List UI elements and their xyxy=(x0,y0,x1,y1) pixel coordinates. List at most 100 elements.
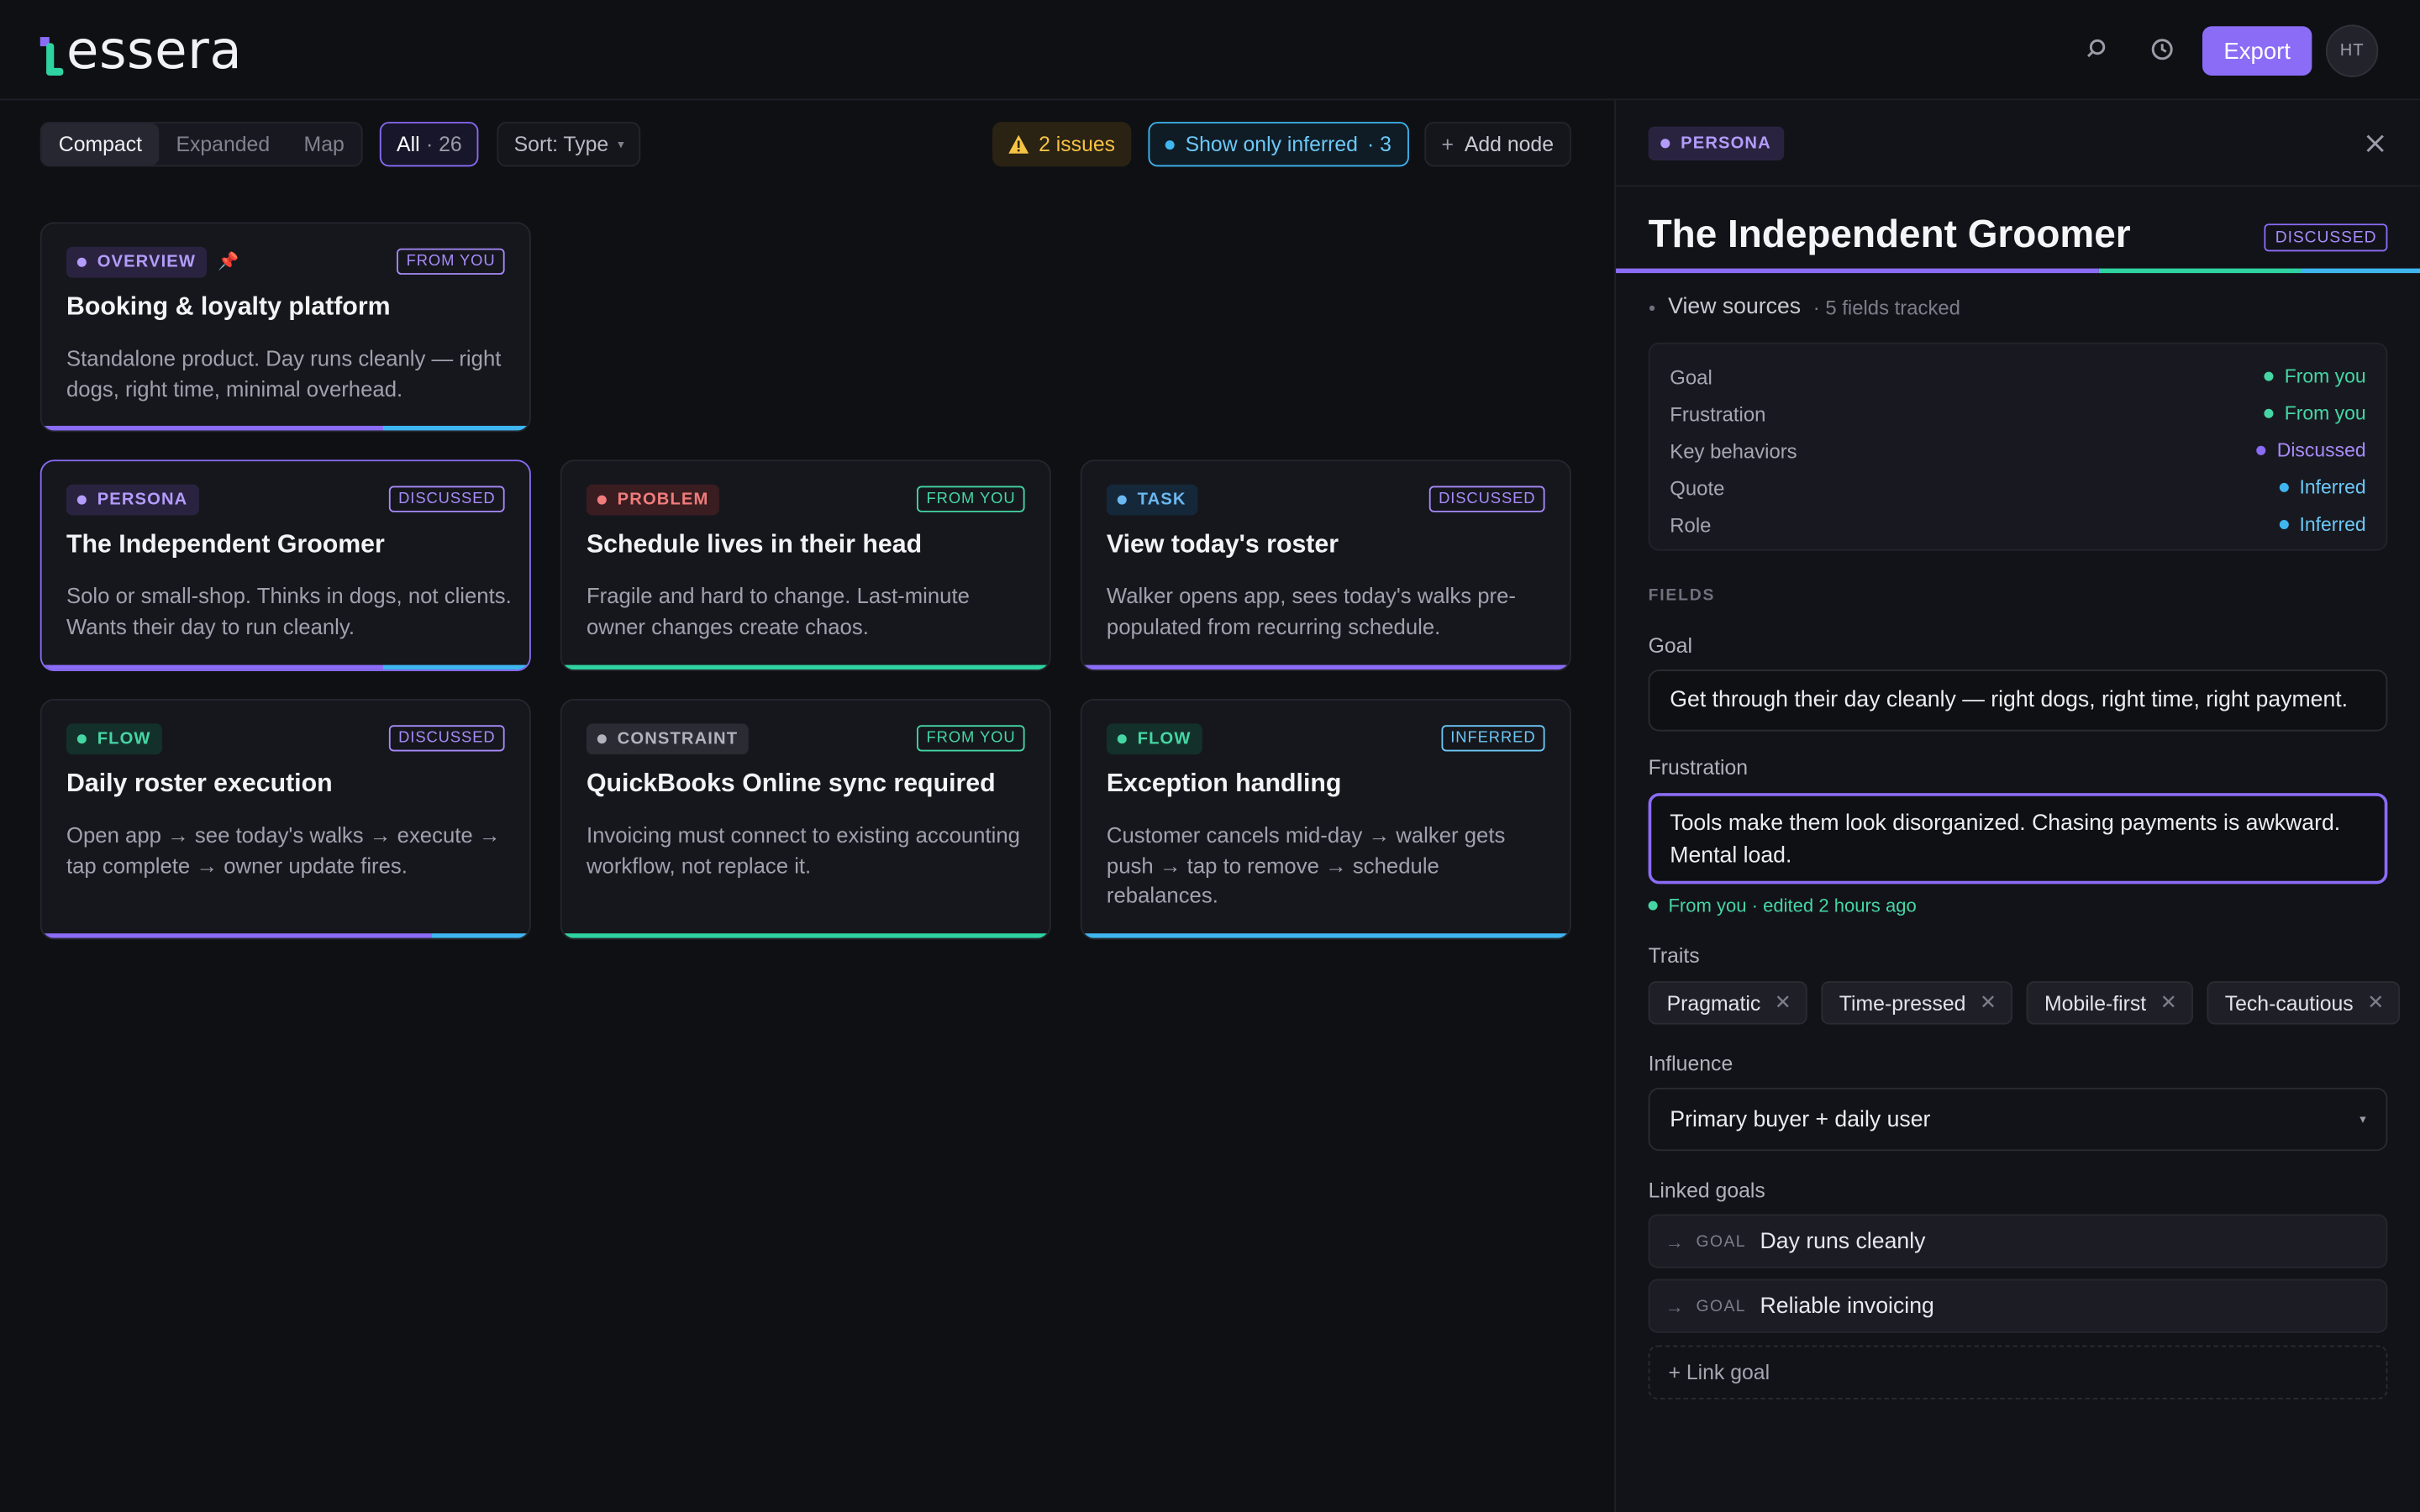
card-description: Solo or small-shop. Thinks in dogs, not … xyxy=(66,583,512,638)
source-badge: DISCUSSED xyxy=(389,486,505,512)
remove-icon[interactable]: ✕ xyxy=(2160,990,2177,1015)
trait-chip[interactable]: Pragmatic ✕ xyxy=(1648,981,1807,1025)
arrow-right-icon: → xyxy=(1665,1294,1684,1317)
node-card-exception-flow[interactable]: FLOW INFERRED Exception handling Custome… xyxy=(1080,699,1571,940)
card-title: Booking & loyalty platform xyxy=(66,292,391,322)
card-description: Open app → see today's walks → execute →… xyxy=(66,822,501,878)
card-title: Schedule lives in their head xyxy=(586,530,923,559)
node-card-flow[interactable]: FLOW DISCUSSED Daily roster execution Op… xyxy=(39,699,531,940)
frustration-label: Frustration xyxy=(1648,755,1749,780)
node-card-constraint[interactable]: CONSTRAINT FROM YOU QuickBooks Online sy… xyxy=(560,699,1051,940)
influence-label: Influence xyxy=(1648,1052,1733,1076)
pin-icon[interactable]: 📌 xyxy=(218,251,239,271)
linked-goal-item[interactable]: → GOAL Day runs cleanly xyxy=(1648,1214,2388,1268)
card-description: Customer cancels mid-day → walker gets p… xyxy=(1106,822,1506,907)
goal-label: Goal xyxy=(1648,633,1692,658)
link-goal-button[interactable]: + Link goal xyxy=(1648,1345,2388,1399)
panel-title: The Independent Groomer xyxy=(1648,213,2131,256)
source-badge: DISCUSSED xyxy=(389,725,505,752)
source-field: Role xyxy=(1670,512,1712,537)
card-source-bar xyxy=(41,425,529,431)
source-status: From you xyxy=(2264,402,2366,424)
linked-goal-item[interactable]: → GOAL Reliable invoicing xyxy=(1648,1278,2388,1333)
close-icon[interactable] xyxy=(2360,128,2391,159)
remove-icon[interactable]: ✕ xyxy=(1980,990,1996,1015)
node-card-persona[interactable]: PERSONA DISCUSSED The Independent Groome… xyxy=(39,459,531,671)
influence-select[interactable]: Primary buyer + daily user ▾ xyxy=(1648,1087,2388,1152)
app-root: essera Export HT Compact Expanded Map Al… xyxy=(0,0,2420,1512)
fields-section-label: FIELDS xyxy=(1648,585,1716,605)
card-source-bar xyxy=(41,933,529,938)
issues-label: 2 issues xyxy=(1039,132,1116,156)
history-icon[interactable] xyxy=(2147,34,2178,65)
panel-header: PERSONA xyxy=(1616,100,2420,187)
panel-source-badge: DISCUSSED xyxy=(2264,223,2388,252)
source-status: Inferred xyxy=(2279,477,2366,498)
sort-dropdown[interactable]: Sort: Type ▾ xyxy=(497,122,641,167)
inferred-dot-icon xyxy=(1165,139,1175,150)
node-type-tag: OVERVIEW xyxy=(66,246,207,278)
goal-kind: GOAL xyxy=(1696,1296,1747,1315)
source-badge: FROM YOU xyxy=(397,248,505,275)
card-title: View today's roster xyxy=(1106,530,1339,559)
inferred-count: · 3 xyxy=(1366,132,1392,156)
remove-icon[interactable]: ✕ xyxy=(1775,990,1791,1015)
filter-all-count: · 26 xyxy=(425,132,462,156)
card-source-bar xyxy=(561,664,1050,670)
source-field: Goal xyxy=(1670,365,1712,388)
arrow-right-icon: → xyxy=(1665,1230,1684,1252)
app-logo[interactable]: essera xyxy=(39,19,243,82)
view-mode-switcher: Compact Expanded Map xyxy=(39,122,363,167)
goal-name: Reliable invoicing xyxy=(1760,1294,1934,1319)
card-source-bar xyxy=(561,933,1050,938)
trait-chip[interactable]: Time-pressed ✕ xyxy=(1820,981,2012,1025)
view-expanded-tab[interactable]: Expanded xyxy=(159,123,287,165)
issues-button[interactable]: 2 issues xyxy=(992,122,1131,167)
view-compact-tab[interactable]: Compact xyxy=(41,123,160,165)
node-type-tag: FLOW xyxy=(1106,723,1202,755)
edit-status: From you · edited 2 hours ago xyxy=(1648,895,1917,916)
add-node-button[interactable]: + Add node xyxy=(1424,122,1571,167)
source-field: Frustration xyxy=(1670,402,1766,426)
source-row: Quote Inferred xyxy=(1670,469,2365,506)
remove-icon[interactable]: ✕ xyxy=(2367,990,2384,1015)
linked-goals-label: Linked goals xyxy=(1648,1179,1765,1202)
node-card-problem[interactable]: PROBLEM FROM YOU Schedule lives in their… xyxy=(560,459,1051,671)
view-sources-label: View sources xyxy=(1668,294,1802,320)
trait-chip[interactable]: Tech-cautious ✕ xyxy=(2206,981,2400,1025)
plus-icon: + xyxy=(1441,132,1454,156)
node-type-tag: FLOW xyxy=(66,723,162,755)
node-card-overview[interactable]: OVERVIEW 📌 FROM YOU Booking & loyalty pl… xyxy=(39,222,531,433)
trait-chip[interactable]: Mobile-first ✕ xyxy=(2025,981,2193,1025)
source-row: Key behaviors Discussed xyxy=(1670,432,2365,469)
source-row: Goal From you xyxy=(1670,358,2365,395)
top-bar: essera Export HT xyxy=(0,0,2420,101)
show-only-inferred-toggle[interactable]: Show only inferred · 3 xyxy=(1148,122,1409,167)
export-button[interactable]: Export xyxy=(2202,26,2312,76)
goal-kind: GOAL xyxy=(1696,1231,1747,1251)
source-badge: DISCUSSED xyxy=(1429,486,1545,512)
panel-source-bar xyxy=(1616,268,2420,274)
search-icon[interactable] xyxy=(2081,34,2112,65)
source-field: Key behaviors xyxy=(1670,438,1797,463)
source-badge: FROM YOU xyxy=(917,725,1025,752)
view-sources-toggle[interactable]: ● View sources · 5 fields tracked xyxy=(1649,295,1960,319)
node-card-task[interactable]: TASK DISCUSSED View today's roster Walke… xyxy=(1080,459,1571,671)
goal-field[interactable]: Get through their day cleanly — right do… xyxy=(1648,669,2388,732)
card-title: The Independent Groomer xyxy=(66,530,385,559)
card-description: Fragile and hard to change. Last-minute … xyxy=(586,583,970,638)
card-title: Daily roster execution xyxy=(66,769,333,798)
logo-text: essera xyxy=(66,19,243,82)
view-map-tab[interactable]: Map xyxy=(287,123,361,165)
filter-all-chip[interactable]: All · 26 xyxy=(379,122,479,167)
fields-tracked-count: · 5 fields tracked xyxy=(1812,295,1960,319)
inferred-label: Show only inferred xyxy=(1185,132,1358,156)
avatar[interactable]: HT xyxy=(2325,24,2379,77)
chevron-down-icon: ▾ xyxy=(618,137,624,151)
source-status: Inferred xyxy=(2279,514,2366,535)
traits-list: Pragmatic ✕ Time-pressed ✕ Mobile-first ✕ T… xyxy=(1648,981,2400,1025)
traits-label: Traits xyxy=(1648,944,1700,968)
frustration-field[interactable]: Tools make them look disorganized. Chasi… xyxy=(1648,793,2388,885)
detail-panel: PERSONA The Independent Groomer DISCUSSE… xyxy=(1614,100,2420,1512)
bullet-icon: ● xyxy=(1648,300,1656,314)
